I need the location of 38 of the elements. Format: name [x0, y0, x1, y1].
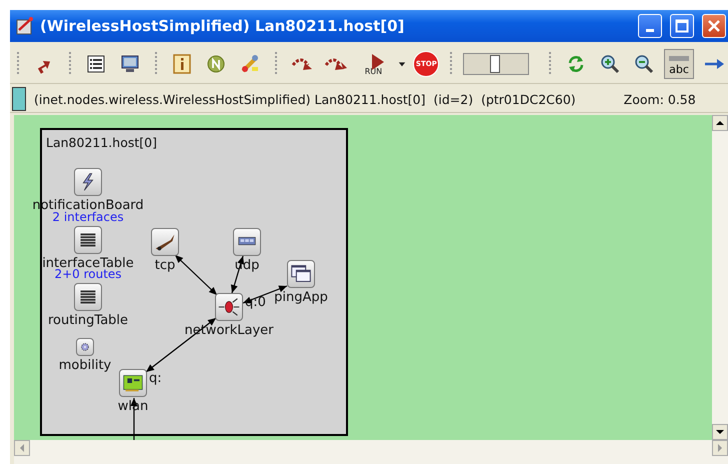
module-path: (inet.nodes.wireless.WirelessHostSimplified) Lan80211.host[0] — [34, 92, 426, 106]
gear-node-icon[interactable] — [76, 338, 94, 356]
node-label: routingTable — [48, 313, 128, 328]
module-id: (id=2) — [433, 92, 474, 106]
node-label: tcp — [154, 258, 176, 273]
run-button[interactable]: RUN — [356, 50, 392, 78]
node-info: 2 interfaces — [52, 210, 124, 224]
scroll-up-icon[interactable] — [712, 115, 728, 131]
queue-label: q: — [149, 371, 162, 386]
zoom-level: Zoom: 0.58 — [624, 92, 696, 106]
board-node-icon[interactable] — [74, 168, 102, 196]
card-node-icon[interactable] — [119, 369, 147, 397]
app-icon — [16, 17, 34, 35]
connection-arrow — [174, 254, 218, 296]
node-info: 2+0 routes — [54, 267, 122, 281]
router-node-icon[interactable] — [215, 293, 243, 321]
udp-node-icon[interactable] — [233, 228, 261, 256]
maximize-button[interactable] — [670, 14, 694, 38]
module-title: Lan80211.host[0] — [46, 135, 157, 150]
tcp-node-icon[interactable] — [151, 228, 179, 256]
app-node-icon[interactable] — [287, 260, 315, 288]
close-button[interactable] — [702, 14, 726, 38]
speed-slider[interactable] — [463, 53, 530, 75]
close-icon — [707, 19, 721, 33]
minimize-button[interactable] — [638, 14, 662, 38]
scroll-down-icon[interactable] — [712, 424, 728, 440]
node-label: pingApp — [274, 290, 328, 305]
table-node-icon[interactable] — [74, 283, 102, 311]
labels-toggle[interactable]: abc — [664, 49, 694, 79]
color-swatch — [12, 87, 26, 111]
maximize-icon — [675, 19, 689, 33]
node-label: mobility — [58, 358, 112, 373]
module-pointer: (ptr01DC2C60) — [481, 92, 576, 106]
vertical-scrollbar[interactable] — [712, 115, 728, 440]
queue-label: q:0 — [245, 295, 266, 310]
table-node-icon[interactable] — [74, 226, 102, 254]
window-title: (WirelessHostSimplified) Lan80211.host[0] — [40, 17, 406, 35]
minimize-icon — [646, 28, 654, 32]
